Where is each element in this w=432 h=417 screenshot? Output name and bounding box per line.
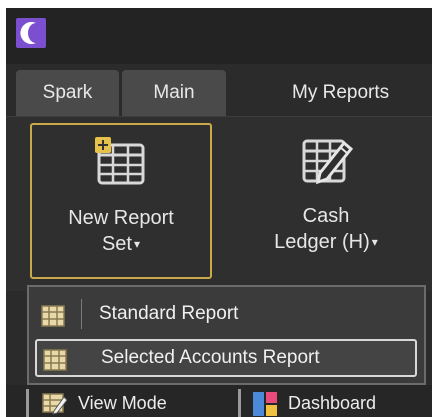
toolbar-grip-handle[interactable]	[26, 389, 29, 417]
dropdown-caret-icon: ▾	[134, 237, 141, 251]
menu-label-selected-accounts-report: Selected Accounts Report	[101, 347, 320, 368]
menu-separator	[81, 299, 82, 329]
menu-item-selected-accounts-report[interactable]: Selected Accounts Report	[35, 339, 417, 377]
dashboard-icon	[252, 391, 278, 417]
app-window: Spark Main My Reports New Report Set ▾ C…	[6, 8, 432, 417]
toolbar-grip-handle[interactable]	[238, 389, 241, 417]
title-bar	[6, 8, 432, 64]
bottom-toolbar: View Mode Dashboard	[6, 385, 432, 417]
table-add-icon	[93, 135, 149, 196]
dashboard-button[interactable]: Dashboard	[252, 389, 428, 417]
new-report-set-button[interactable]: New Report Set ▾	[30, 123, 212, 279]
new-report-set-line2: Set	[101, 233, 132, 255]
tab-main[interactable]: Main	[122, 70, 226, 116]
view-mode-label: View Mode	[78, 393, 167, 413]
cash-ledger-button[interactable]: Cash Ledger (H) ▾	[246, 123, 406, 279]
report-dropdown-menu: Standard Report Selected Accounts Report	[27, 285, 426, 385]
tab-my-reports[interactable]: My Reports	[292, 70, 432, 116]
dropdown-caret-icon: ▾	[371, 235, 378, 249]
cash-ledger-line2: Ledger (H)	[274, 231, 370, 253]
new-report-set-label: New Report Set ▾	[32, 205, 210, 257]
tab-spark[interactable]: Spark	[16, 70, 119, 116]
cash-ledger-label: Cash Ledger (H) ▾	[246, 203, 406, 255]
dashboard-label: Dashboard	[288, 393, 377, 413]
table-icon	[41, 303, 65, 341]
view-mode-icon	[42, 391, 68, 417]
table-icon	[43, 347, 67, 385]
menu-label-standard-report: Standard Report	[99, 303, 239, 324]
view-mode-button[interactable]: View Mode	[42, 389, 242, 417]
table-edit-icon	[298, 133, 354, 194]
menu-item-standard-report[interactable]: Standard Report	[35, 295, 417, 333]
new-report-set-line1: New Report	[68, 207, 174, 229]
app-logo-icon[interactable]	[16, 18, 46, 48]
cash-ledger-line1: Cash	[302, 205, 350, 227]
